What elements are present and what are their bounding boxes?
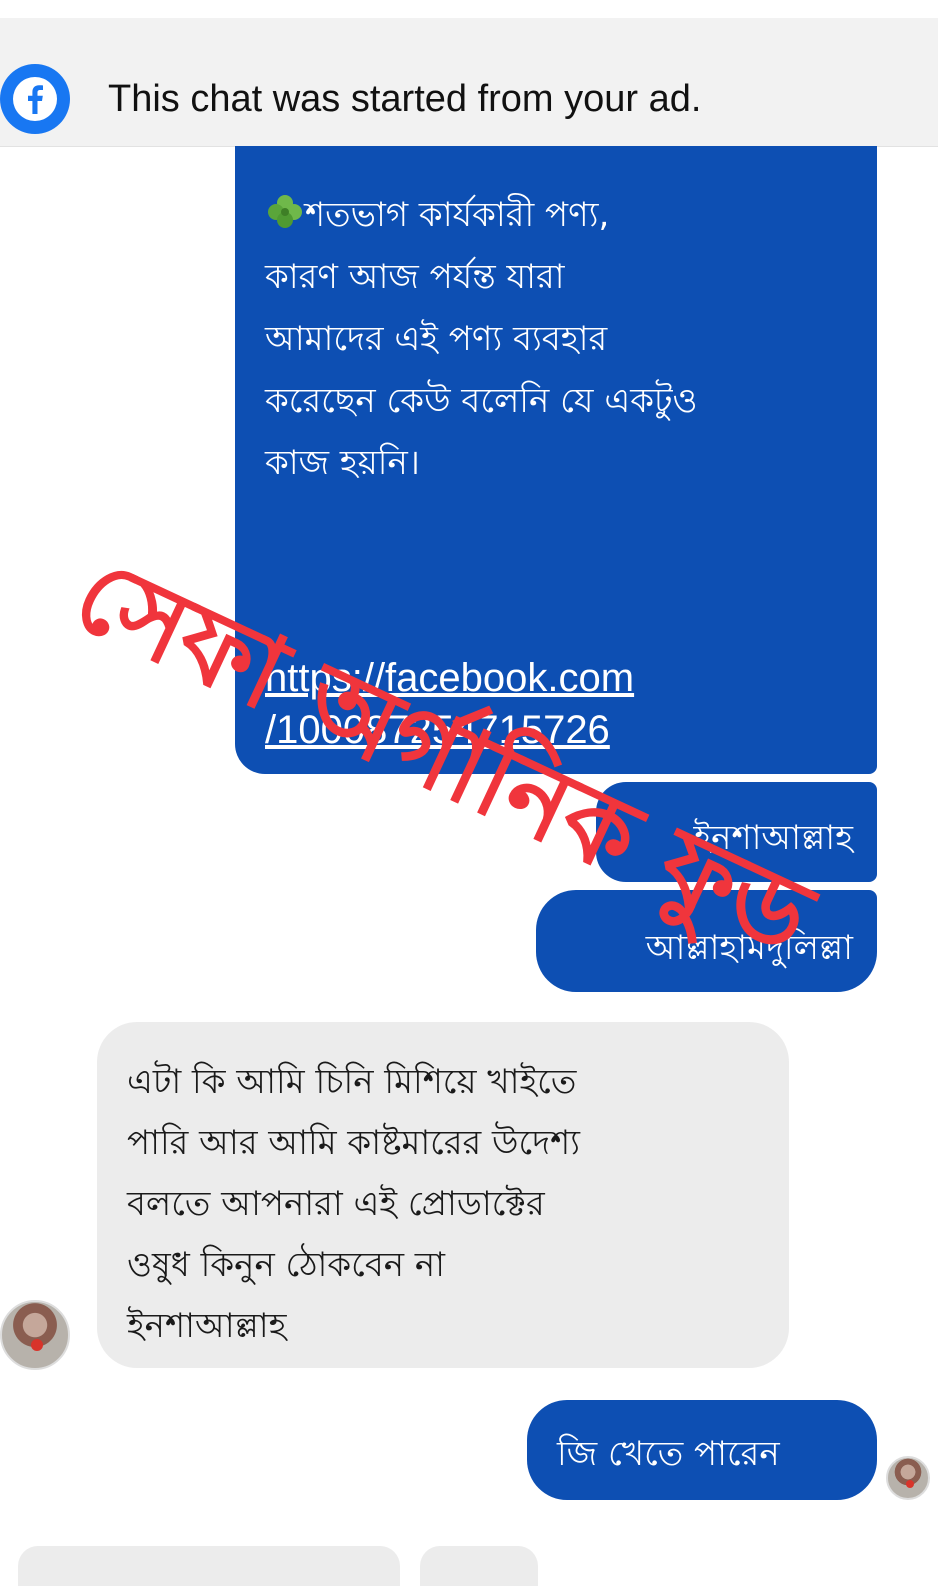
message-line: ইনশাআল্লাহ <box>127 1306 287 1346</box>
message-line: কারণ আজ পর্যন্ত যারা <box>265 257 565 297</box>
message-line: আমাদের এই পণ্য ব্যবহার <box>265 319 608 359</box>
message-link[interactable]: https://facebook.com /100087254715726 <box>265 652 634 756</box>
facebook-icon <box>0 64 70 134</box>
message-text: আল্লাহামদুলিল্লা <box>645 928 853 968</box>
partial-message-bubble <box>18 1546 400 1586</box>
outgoing-message-bubble[interactable]: ইনশাআল্লাহ <box>596 782 877 882</box>
partial-message-bubble <box>420 1546 538 1586</box>
outgoing-message-bubble[interactable]: জি খেতে পারেন <box>527 1400 877 1500</box>
ad-notice-banner: This chat was started from your ad. <box>0 18 938 147</box>
outgoing-message-bubble[interactable]: শতভাগ কার্যকারী পণ্য, কারণ আজ পর্যন্ত যা… <box>235 146 877 774</box>
message-text: জি খেতে পারেন <box>557 1434 780 1474</box>
message-line: বলতে আপনারা এই প্রোডাক্টের <box>127 1184 545 1224</box>
seen-receipt-avatar <box>886 1456 930 1500</box>
message-line: এটা কি আমি চিনি মিশিয়ে খাইতে <box>127 1062 577 1102</box>
sender-avatar[interactable] <box>0 1300 70 1370</box>
message-line: শতভাগ কার্যকারী পণ্য, <box>265 184 851 246</box>
message-line: পারি আর আমি কাষ্টমারের উদেশ্য <box>127 1123 581 1163</box>
incoming-message-bubble[interactable]: এটা কি আমি চিনি মিশিয়ে খাইতে পারি আর আম… <box>97 1022 789 1368</box>
ad-notice-text: This chat was started from your ad. <box>108 78 702 120</box>
message-line: ওষুধ কিনুন ঠোকবেন না <box>127 1245 445 1285</box>
shamrock-icon <box>265 190 305 230</box>
message-text: শতভাগ কার্যকারী পণ্য, কারণ আজ পর্যন্ত যা… <box>265 184 851 494</box>
message-line: করেছেন কেউ বলেনি যে একটুও <box>265 381 698 421</box>
message-line: কাজ হয়নি। <box>265 443 420 483</box>
message-text: ইনশাআল্লাহ <box>693 818 853 858</box>
outgoing-message-bubble[interactable]: আল্লাহামদুলিল্লা <box>536 890 877 992</box>
